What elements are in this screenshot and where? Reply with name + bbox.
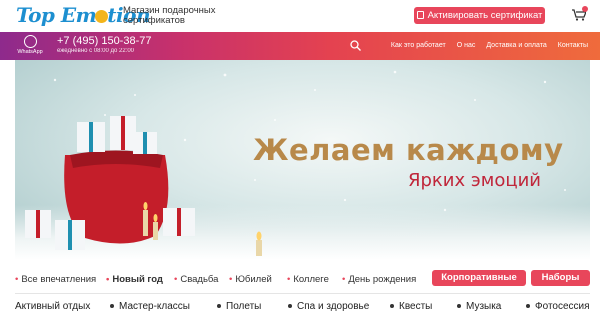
certificate-icon [416,11,424,19]
category-wedding[interactable]: • Свадьба [174,274,218,285]
whatsapp-link[interactable]: WhatsApp [17,35,43,55]
nav-link-about[interactable]: О нас [457,42,476,49]
cart-badge [582,6,588,12]
bullet-icon [457,304,461,309]
subcategory-label: Мастер-классы [119,301,190,312]
subcategory-flights[interactable]: Полеты [217,301,261,312]
corporate-button[interactable]: Корпоративные [432,270,526,286]
hero-subtitle: Ярких эмоций [408,170,541,191]
category-all[interactable]: • Все впечатления [15,274,96,285]
category-label: Все впечатления [21,274,97,285]
working-hours: ежедневно с 08:00 до 22:00 [57,48,135,54]
bullet-icon [526,304,530,309]
subcategory-label: Фотосессия [535,301,590,312]
subcategory-spa[interactable]: Спа и здоровье [288,301,369,312]
activate-label: Активировать сертификат [427,10,543,21]
phone-number[interactable]: +7 (495) 150-38-77 [57,35,151,47]
hero-title: Желаем каждому [253,133,564,167]
nav-bar: WhatsApp +7 (495) 150-38-77 ежедневно с … [0,32,600,60]
bullet-icon [217,304,221,309]
nav-link-contacts[interactable]: Контакты [558,42,588,49]
whatsapp-icon [23,35,37,48]
subcategory-label: Полеты [226,301,262,312]
top-header: Top Em tion Магазин подарочных сертификат… [0,0,600,32]
category-label: Коллеге [293,274,329,285]
nav-link-how-it-works[interactable]: Как это работает [391,42,446,49]
subcategory-photo[interactable]: Фотосессия [526,301,590,312]
subcategory-label: Спа и здоровье [297,301,370,312]
bullet-icon [288,304,292,309]
subcategory-quests[interactable]: Квесты [390,301,432,312]
category-label: День рождения [348,274,417,285]
candle-illustration [256,231,262,256]
category-label: Юбилей [235,274,272,285]
sets-button[interactable]: Наборы [531,270,590,286]
search-icon[interactable] [350,40,361,51]
activate-certificate-button[interactable]: Активировать сертификат [414,7,545,24]
gift-sack-illustration [25,116,195,250]
divider [15,293,590,294]
category-bar: • Все впечатления • Новый год • Свадьба • Юб… [0,267,600,291]
subcategory-active[interactable]: Активный отдых [15,301,90,312]
category-new-year[interactable]: • Новый год [106,274,163,285]
bullet-icon [110,304,114,309]
nav-link-delivery[interactable]: Доставка и оплата [486,42,546,49]
tagline: Магазин подарочных сертификатов [123,5,216,26]
category-birthday[interactable]: • День рождения [342,274,416,285]
bullet-icon [390,304,394,309]
subcategory-masterclasses[interactable]: Мастер-классы [110,301,190,312]
subcategory-music[interactable]: Музыка [457,301,501,312]
category-label: Новый год [112,274,163,285]
category-anniversary[interactable]: • Юбилей [229,274,272,285]
category-label: Свадьба [180,274,219,285]
subcategory-label: Музыка [466,301,502,312]
subcategory-label: Квесты [399,301,433,312]
whatsapp-label: WhatsApp [17,49,43,55]
hero-banner[interactable]: Желаем каждому Ярких эмоций [15,60,590,260]
category-colleague[interactable]: • Коллеге [287,274,329,285]
